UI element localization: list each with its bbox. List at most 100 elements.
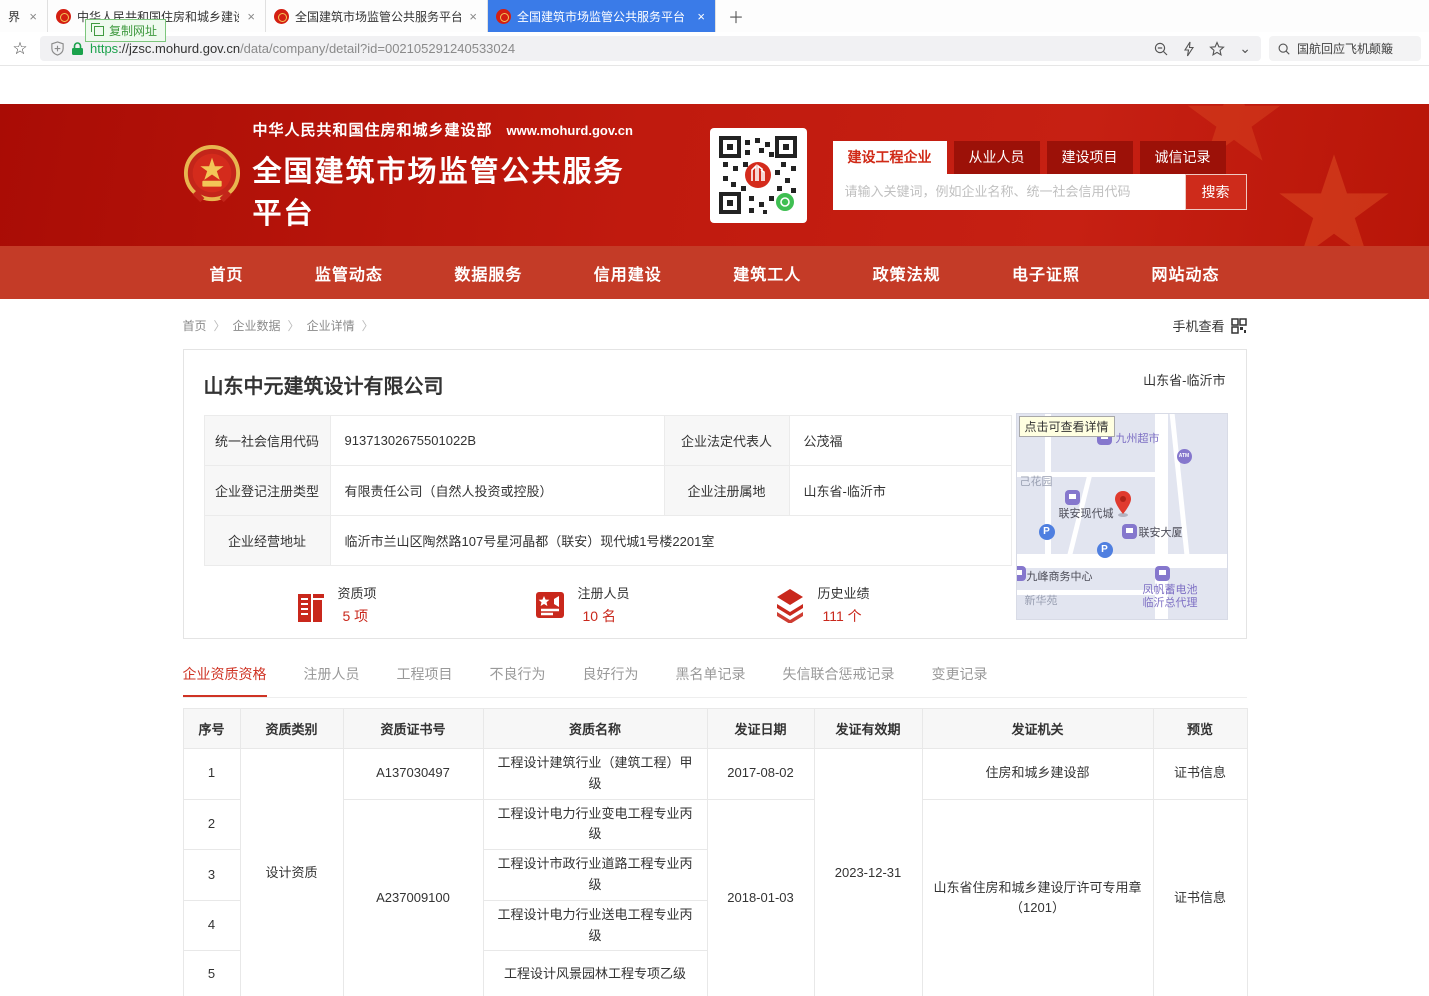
reg-place-value: 山东省-临沂市	[789, 466, 1011, 516]
lightning-icon[interactable]	[1183, 41, 1195, 57]
stat-historical-performance[interactable]: 历史业绩 111 个	[772, 583, 1012, 626]
reg-type-value: 有限责任公司（自然人投资或控股）	[330, 466, 664, 516]
copy-url-label: 复制网址	[109, 22, 157, 39]
mobile-view-label[interactable]: 手机查看	[1172, 316, 1224, 335]
col-valid-until: 发证有效期	[814, 709, 922, 749]
search-tab-construction-enterprise[interactable]: 建设工程企业	[833, 141, 947, 174]
company-region: 山东省-临沂市	[1143, 370, 1225, 389]
favorite-star-icon[interactable]	[1209, 41, 1225, 57]
quick-search-box[interactable]: 国航回应飞机颠簸	[1269, 36, 1421, 61]
table-row: 2 A237009100 工程设计电力行业变电工程专业丙级 2018-01-03…	[183, 799, 1247, 850]
search-tab-projects[interactable]: 建设项目	[1047, 141, 1133, 174]
tab-registered-personnel[interactable]: 注册人员	[304, 664, 360, 697]
browser-tab-jzsc[interactable]: 全国建筑市场监管公共服务平台 ×	[266, 0, 488, 32]
chevron-down-icon[interactable]: ⌄	[1239, 40, 1251, 57]
valid-until-cell: 2023-12-31	[814, 749, 922, 996]
breadcrumb-separator-icon: 〉	[288, 317, 300, 334]
col-cert-no: 资质证书号	[343, 709, 483, 749]
col-preview: 预览	[1153, 709, 1247, 749]
reg-type-label: 企业登记注册类型	[204, 466, 330, 516]
search-icon	[1277, 42, 1291, 56]
tab-good-behavior[interactable]: 良好行为	[583, 664, 639, 697]
copy-url-tooltip: 复制网址	[85, 19, 166, 42]
close-icon[interactable]: ×	[695, 9, 707, 24]
stat-registered-personnel[interactable]: 注册人员 10 名	[532, 583, 772, 626]
detail-tabs: 企业资质资格 注册人员 工程项目 不良行为 良好行为 黑名单记录 失信联合惩戒记…	[183, 664, 1247, 698]
stat-qualifications[interactable]: 资质项 5 项	[292, 583, 532, 626]
close-icon[interactable]: ×	[467, 9, 479, 24]
seq-cell: 5	[183, 951, 240, 996]
map-label-supermarket: 九州超市	[1116, 433, 1160, 446]
bookmark-star-icon[interactable]: ☆	[8, 39, 32, 59]
seq-cell: 3	[183, 850, 240, 901]
stat-value: 111 个	[818, 606, 870, 626]
trending-search-text: 国航回应飞机颠簸	[1297, 40, 1393, 57]
tab-bad-behavior[interactable]: 不良行为	[490, 664, 546, 697]
address-bar[interactable]: https://jzsc.mohurd.gov.cn/data/company/…	[40, 36, 1261, 61]
national-emblem-logo	[183, 144, 241, 206]
company-location-map[interactable]: 九州超市 ATM 己花园 联安现代城 联安大厦 P P 九峰商务中心 新华苑 凤…	[1016, 413, 1228, 620]
ministry-url: www.mohurd.gov.cn	[507, 123, 633, 138]
keyword-search-input[interactable]	[833, 174, 1185, 210]
tab-enterprise-qualifications[interactable]: 企业资质资格	[183, 664, 267, 697]
zoom-out-icon[interactable]	[1153, 41, 1169, 57]
close-icon[interactable]: ×	[27, 9, 39, 24]
nav-item-supervision[interactable]: 监管动态	[315, 261, 383, 285]
certificate-info-link[interactable]: 证书信息	[1153, 799, 1247, 996]
map-road	[1017, 554, 1228, 568]
stat-value: 5 项	[338, 606, 377, 626]
company-info-table: 统一社会信用代码 91371302675501022B 企业法定代表人 公茂福 …	[204, 415, 1012, 566]
tab-engineering-projects[interactable]: 工程项目	[397, 664, 453, 697]
col-name: 资质名称	[483, 709, 707, 749]
nav-item-policy[interactable]: 政策法规	[873, 261, 941, 285]
browser-tab-partial[interactable]: 界 ×	[0, 0, 48, 32]
stat-label: 历史业绩	[818, 583, 870, 602]
tab-dishonesty-records[interactable]: 失信联合惩戒记录	[783, 664, 895, 697]
nav-item-data-service[interactable]: 数据服务	[454, 261, 522, 285]
close-icon[interactable]: ×	[245, 9, 257, 24]
company-summary-card: 山东中元建筑设计有限公司 山东省-临沂市 统一社会信用代码 9137130267…	[183, 349, 1247, 639]
search-button[interactable]: 搜索	[1185, 174, 1247, 210]
certificate-info-link[interactable]: 证书信息	[1153, 749, 1247, 800]
site-brand: 中华人民共和国住房和城乡建设部www.mohurd.gov.cn 全国建筑市场监…	[253, 119, 654, 232]
seq-cell: 1	[183, 749, 240, 800]
breadcrumb-company-data[interactable]: 企业数据	[233, 317, 281, 334]
cert-no-cell: A237009100	[343, 799, 483, 996]
browser-tab-active[interactable]: 全国建筑市场监管公共服务平台 ×	[488, 0, 716, 32]
breadcrumb-company-detail[interactable]: 企业详情	[307, 317, 355, 334]
tab-title: 全国建筑市场监管公共服务平台	[295, 8, 461, 25]
map-tooltip: 点击可查看详情	[1019, 416, 1115, 437]
breadcrumb-separator-icon: 〉	[214, 317, 226, 334]
map-label-garden: 己花园	[1020, 476, 1053, 489]
site-favicon-icon	[496, 9, 511, 24]
nav-item-credit[interactable]: 信用建设	[594, 261, 662, 285]
search-tab-practitioners[interactable]: 从业人员	[954, 141, 1040, 174]
nav-item-home[interactable]: 首页	[210, 261, 244, 285]
page-top-gap	[0, 66, 1429, 104]
ministry-name: 中华人民共和国住房和城乡建设部	[253, 122, 493, 139]
site-header: 中华人民共和国住房和城乡建设部www.mohurd.gov.cn 全国建筑市场监…	[0, 104, 1429, 246]
qual-name-cell: 工程设计建筑行业（建筑工程）甲级	[483, 749, 707, 800]
tab-blacklist-records[interactable]: 黑名单记录	[676, 664, 746, 697]
qual-name-cell: 工程设计电力行业送电工程专业丙级	[483, 900, 707, 951]
nav-item-e-license[interactable]: 电子证照	[1012, 261, 1080, 285]
main-navigation: 首页 监管动态 数据服务 信用建设 建筑工人 政策法规 电子证照 网站动态	[0, 246, 1429, 299]
parking-marker-icon: P	[1097, 542, 1113, 558]
browser-chrome: 界 × 中华人民共和国住房和城乡建设 × 全国建筑市场监管公共服务平台 × 全国…	[0, 0, 1429, 66]
nav-item-workers[interactable]: 建筑工人	[733, 261, 801, 285]
map-label-fengfan-battery: 凤帆蓄电池	[1143, 584, 1198, 597]
stat-label: 注册人员	[578, 583, 630, 602]
site-favicon-icon	[56, 9, 71, 24]
url-text[interactable]: https://jzsc.mohurd.gov.cn/data/company/…	[90, 41, 515, 56]
search-tab-credit-records[interactable]: 诚信记录	[1140, 141, 1226, 174]
company-name: 山东中元建筑设计有限公司	[204, 370, 444, 399]
col-seq: 序号	[183, 709, 240, 749]
new-tab-button[interactable]: ＋	[716, 0, 756, 32]
site-favicon-icon	[274, 9, 289, 24]
col-category: 资质类别	[240, 709, 343, 749]
qr-code-icon[interactable]	[1231, 318, 1247, 334]
tab-change-records[interactable]: 变更记录	[932, 664, 988, 697]
nav-item-site-news[interactable]: 网站动态	[1151, 261, 1219, 285]
shield-permissions-icon[interactable]	[50, 41, 65, 56]
breadcrumb-home[interactable]: 首页	[183, 317, 207, 334]
